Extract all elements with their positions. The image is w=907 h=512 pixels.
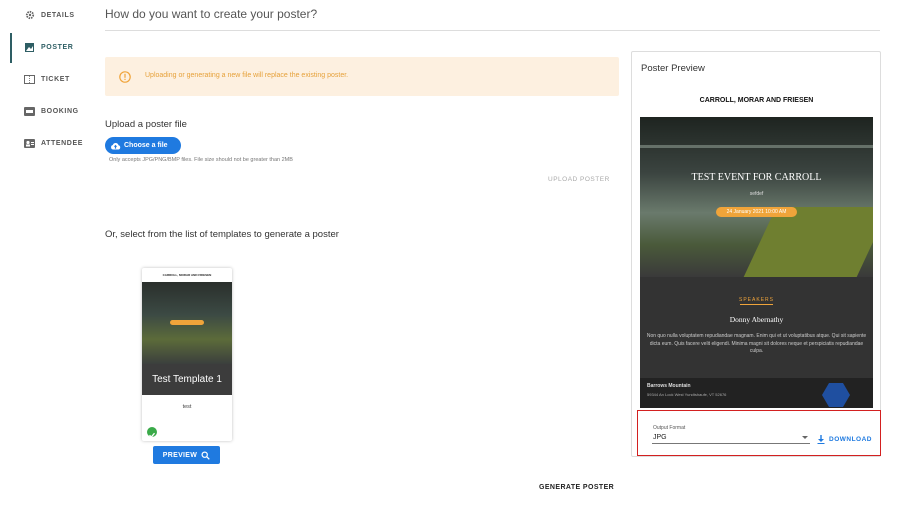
upload-poster-button[interactable]: UPLOAD POSTER bbox=[548, 176, 610, 183]
preview-button-label: PREVIEW bbox=[162, 451, 198, 459]
sidebar-item-label: POSTER bbox=[41, 43, 74, 51]
upload-title: Upload a poster file bbox=[105, 119, 187, 130]
sidebar-item-poster[interactable]: POSTER bbox=[24, 39, 73, 55]
gear-icon bbox=[24, 10, 35, 21]
sidebar-item-label: TICKET bbox=[41, 75, 70, 83]
poster-event-date: 24 January 2021 10:00 AM bbox=[716, 207, 797, 217]
choose-file-label: Choose a file bbox=[124, 142, 168, 149]
sidebar-item-label: ATTENDEE bbox=[41, 139, 84, 147]
download-label: DOWNLOAD bbox=[829, 436, 872, 443]
download-icon bbox=[817, 435, 825, 444]
preview-button[interactable]: PREVIEW bbox=[153, 446, 220, 464]
sidebar-item-booking[interactable]: BOOKING bbox=[24, 103, 79, 119]
poster-org-name: CARROLL, MORAR AND FRIESEN bbox=[699, 97, 814, 104]
page-question: How do you want to create your poster? bbox=[105, 7, 318, 21]
panel-title: Poster Preview bbox=[641, 63, 705, 74]
warning-alert: Uploading or generating a new file will … bbox=[105, 57, 619, 96]
cloud-upload-icon bbox=[111, 142, 121, 149]
caret-down-icon[interactable] bbox=[802, 436, 808, 439]
booking-icon bbox=[24, 106, 35, 117]
alert-text: Uploading or generating a new file will … bbox=[145, 72, 349, 79]
attendee-icon bbox=[24, 138, 35, 149]
divider bbox=[105, 30, 880, 31]
ticket-icon bbox=[24, 74, 35, 85]
check-icon bbox=[147, 427, 157, 438]
poster-speaker-bio: Non quo nulla voluptatem repudiandae mag… bbox=[646, 333, 867, 354]
template-description: test bbox=[182, 404, 192, 410]
active-indicator bbox=[10, 33, 12, 63]
image-icon bbox=[24, 42, 35, 53]
output-format-highlight bbox=[637, 410, 881, 456]
upload-hint: Only accepts JPG/PNG/BMP files. File siz… bbox=[109, 157, 293, 163]
warning-icon bbox=[119, 70, 131, 83]
poster-event-title: TEST EVENT FOR CARROLL bbox=[691, 172, 822, 183]
choose-file-button[interactable]: Choose a file bbox=[105, 137, 181, 154]
poster-speakers-label: SPEAKERS bbox=[739, 297, 774, 303]
photo-stairs bbox=[743, 207, 873, 277]
sidebar-item-details[interactable]: DETAILS bbox=[24, 7, 75, 23]
output-format-label: Output Format bbox=[653, 425, 686, 431]
output-format-select[interactable]: JPG bbox=[653, 434, 667, 441]
template-thumbnail bbox=[142, 282, 232, 364]
sidebar-item-attendee[interactable]: ATTENDEE bbox=[24, 135, 83, 151]
sidebar: DETAILS POSTER TICKET BOOKING ATTENDEE bbox=[0, 0, 95, 512]
thumbnail-date-pill bbox=[170, 320, 204, 325]
poster-speakers-divider bbox=[740, 304, 773, 305]
poster-address: 59344 An Lock West Yundtshaufe, VT 52676 bbox=[647, 392, 727, 397]
poster-photo bbox=[640, 117, 873, 277]
templates-title: Or, select from the list of templates to… bbox=[105, 229, 339, 240]
select-underline bbox=[652, 443, 810, 444]
photo-beam bbox=[640, 145, 873, 148]
sidebar-item-label: DETAILS bbox=[41, 11, 75, 19]
sidebar-item-label: BOOKING bbox=[41, 107, 79, 115]
template-thumbnail-header: CARROLL, MORAR AND FRIESEN bbox=[162, 273, 212, 277]
search-icon bbox=[201, 451, 210, 460]
template-card[interactable]: CARROLL, MORAR AND FRIESEN Test Template… bbox=[142, 268, 232, 441]
template-name: Test Template 1 bbox=[142, 364, 232, 395]
download-button[interactable]: DOWNLOAD bbox=[817, 435, 872, 444]
sidebar-item-ticket[interactable]: TICKET bbox=[24, 71, 70, 87]
poster-event-subtitle: sefdef bbox=[749, 191, 764, 197]
poster-venue: Barrows Mountain bbox=[647, 383, 691, 389]
generate-poster-button[interactable]: GENERATE POSTER bbox=[539, 484, 614, 491]
poster-speaker-name: Donny Abernathy bbox=[729, 315, 784, 324]
poster-image: TEST EVENT FOR CARROLL sefdef 24 January… bbox=[640, 117, 873, 408]
